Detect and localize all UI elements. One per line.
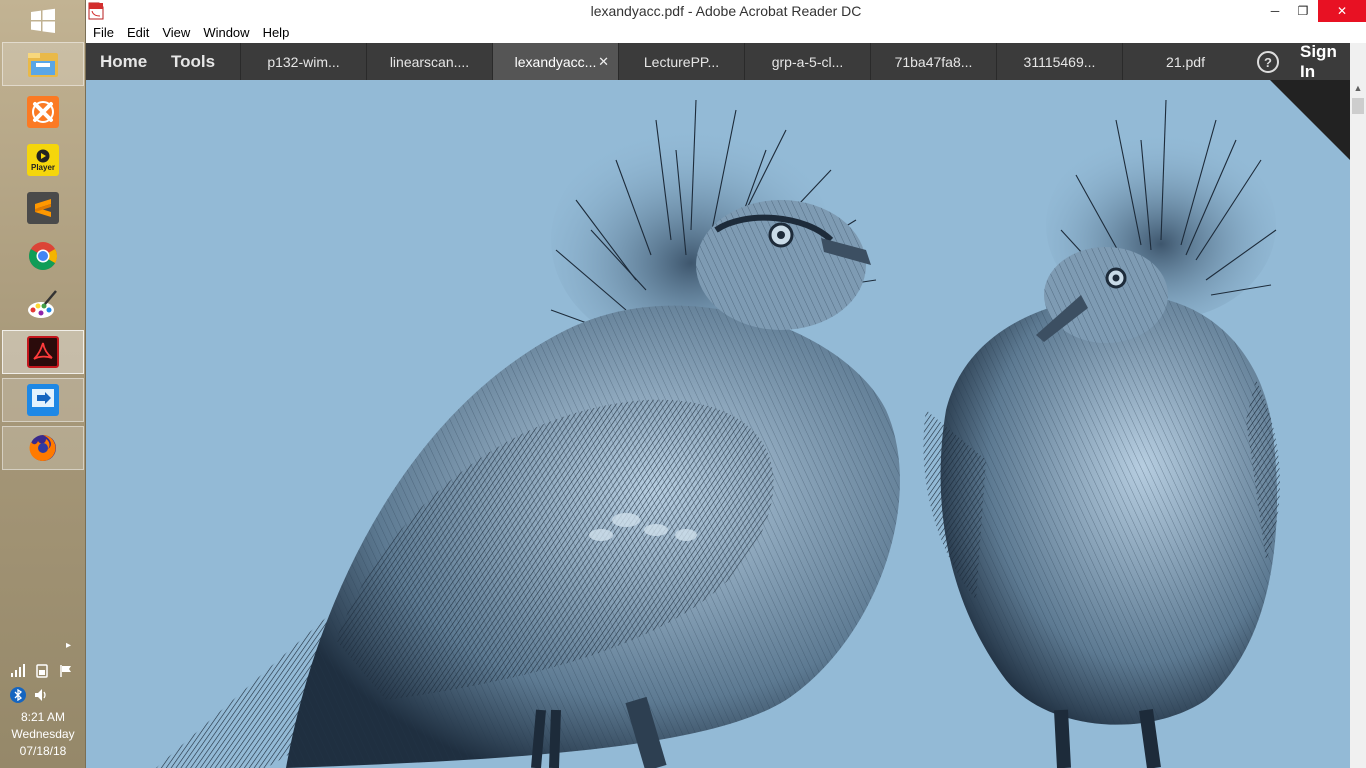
doc-tab-label: LecturePP... [643, 53, 720, 70]
player-icon-label: Player [30, 162, 56, 172]
doc-tab-5[interactable]: grp-a-5-cl... [744, 43, 870, 80]
firefox-icon [27, 432, 59, 464]
scrollbar-thumb[interactable] [1352, 98, 1364, 114]
player-icon: Player [27, 144, 59, 176]
menu-view[interactable]: View [162, 25, 190, 40]
windows-start-icon[interactable] [28, 6, 58, 36]
acrobat-window: lexandyacc.pdf - Adobe Acrobat Reader DC… [86, 0, 1366, 768]
taskbar-app-paint[interactable] [2, 282, 84, 326]
remote-desktop-icon [27, 384, 59, 416]
page-corner-flap [1270, 80, 1350, 160]
help-icon[interactable]: ? [1257, 51, 1279, 73]
close-window-button[interactable]: ✕ [1318, 0, 1366, 22]
network-icon[interactable] [10, 663, 26, 679]
doc-tab-8[interactable]: 21.pdf [1122, 43, 1248, 80]
tab-bar: Home Tools p132-wim... linearscan.... le… [86, 42, 1350, 81]
taskbar: Player ▸ 8:21 AM Wednesday 07/18/18 [0, 0, 86, 768]
doc-tab-label: grp-a-5-cl... [771, 53, 844, 70]
paint-icon [27, 288, 59, 320]
taskbar-app-chrome[interactable] [2, 234, 84, 278]
doc-tab-2[interactable]: linearscan.... [366, 43, 492, 80]
taskbar-app-remote-desktop[interactable] [2, 378, 84, 422]
menu-window[interactable]: Window [203, 25, 249, 40]
doc-tab-label: 31115469... [1023, 53, 1096, 70]
tabbar-spacer [1350, 43, 1366, 80]
cover-illustration-crowned-pigeons [156, 99, 1280, 768]
scroll-up-icon[interactable]: ▲ [1350, 80, 1366, 96]
menu-edit[interactable]: Edit [127, 25, 149, 40]
chrome-icon [27, 240, 59, 272]
volume-icon[interactable] [34, 687, 50, 703]
doc-tab-4[interactable]: LecturePP... [618, 43, 744, 80]
close-tab-icon[interactable]: ✕ [598, 54, 609, 70]
bluetooth-icon[interactable] [10, 687, 26, 703]
clock-date[interactable]: 07/18/18 [0, 743, 86, 759]
doc-tab-label: 71ba47fa8... [894, 53, 973, 70]
clock-day[interactable]: Wednesday [0, 726, 86, 742]
file-explorer-icon [27, 48, 59, 80]
taskbar-app-sublime-text[interactable] [2, 186, 84, 230]
action-center-flag-icon[interactable] [58, 663, 74, 679]
menu-help[interactable]: Help [263, 25, 290, 40]
doc-tab-6[interactable]: 71ba47fa8... [870, 43, 996, 80]
taskbar-app-acrobat-reader[interactable] [2, 330, 84, 374]
acrobat-icon [27, 336, 59, 368]
document-view[interactable] [86, 80, 1350, 768]
taskbar-app-player[interactable]: Player [2, 138, 84, 182]
xampp-icon [27, 96, 59, 128]
taskbar-app-file-explorer[interactable] [2, 42, 84, 86]
sign-in-button[interactable]: Sign In [1300, 42, 1350, 81]
title-bar[interactable]: lexandyacc.pdf - Adobe Acrobat Reader DC… [86, 0, 1366, 22]
tab-tools[interactable]: Tools [171, 43, 215, 80]
doc-tab-3-active[interactable]: lexandyacc... ✕ [492, 43, 618, 80]
doc-tab-label: linearscan.... [389, 53, 470, 70]
doc-tab-label: lexandyacc... [514, 53, 597, 70]
tab-home[interactable]: Home [100, 43, 147, 80]
vertical-scrollbar[interactable]: ▲ [1350, 80, 1366, 768]
taskbar-app-firefox[interactable] [2, 426, 84, 470]
window-title: lexandyacc.pdf - Adobe Acrobat Reader DC [590, 3, 862, 19]
battery-icon[interactable] [34, 663, 50, 679]
menu-file[interactable]: File [93, 25, 114, 40]
doc-tab-1[interactable]: p132-wim... [240, 43, 366, 80]
tray-expand-icon[interactable]: ▸ [66, 640, 71, 651]
doc-tab-label: p132-wim... [267, 53, 340, 70]
sublime-text-icon [27, 192, 59, 224]
doc-tab-label: 21.pdf [1166, 53, 1205, 70]
taskbar-app-xampp[interactable] [2, 90, 84, 134]
clock-time[interactable]: 8:21 AM [0, 709, 86, 725]
doc-tab-7[interactable]: 31115469... [996, 43, 1122, 80]
menu-bar: File Edit View Window Help [86, 22, 1366, 43]
